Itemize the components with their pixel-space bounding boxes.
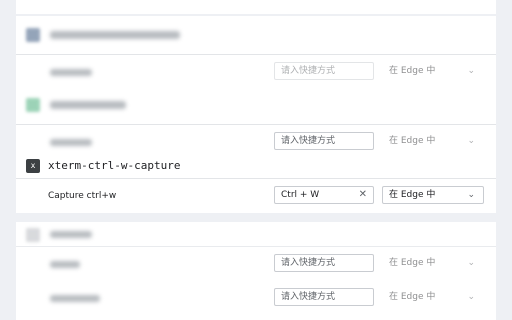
scope-select[interactable]: 在 Edge 中 ⌄ [382, 254, 484, 272]
scope-value: 在 Edge 中 [389, 258, 436, 268]
shortcut-input[interactable]: 请入快捷方式 [274, 254, 374, 272]
scope-select[interactable]: 在 Edge 中 ⌄ [382, 62, 484, 80]
shortcut-row: 请入快捷方式 在 Edge 中 ⌄ [16, 55, 496, 89]
shortcut-input[interactable]: 请入快捷方式 [274, 288, 374, 306]
command-label: Capture ctrl+w [48, 191, 117, 201]
command-label-redacted [50, 261, 80, 268]
shortcut-row: 请入快捷方式 在 Edge 中 ⌄ [16, 281, 496, 315]
scope-select[interactable]: 在 Edge 中 ⌄ [382, 288, 484, 306]
scope-select[interactable]: 在 Edge 中 ⌄ [382, 132, 484, 150]
scope-value: 在 Edge 中 [389, 66, 436, 76]
terminal-icon: x [26, 159, 40, 173]
extension-name-redacted [50, 101, 126, 109]
extension-card: 请入快捷方式 在 Edge 中 ⌄ [16, 16, 496, 89]
extension-icon [26, 98, 40, 112]
extension-name: xterm-ctrl-w-capture [48, 159, 181, 172]
command-label-redacted [50, 139, 92, 146]
shortcut-value: Ctrl + W [281, 190, 320, 200]
scope-value: 在 Edge 中 [389, 136, 436, 146]
extension-header [16, 222, 496, 246]
shortcut-input[interactable]: 请入快捷方式 [274, 62, 374, 80]
shortcut-row: 请入快捷方式 在 Edge 中 ⌄ [16, 247, 496, 281]
close-icon[interactable]: ✕ [359, 187, 367, 203]
extension-name-redacted [50, 231, 92, 238]
extension-icon [26, 228, 40, 242]
extension-card-xterm: x xterm-ctrl-w-capture Capture ctrl+w Ct… [16, 154, 496, 213]
shortcut-input[interactable]: Ctrl + W ✕ [274, 186, 374, 204]
chevron-down-icon: ⌄ [467, 292, 475, 302]
extension-header: x xterm-ctrl-w-capture [16, 154, 496, 179]
scope-value: 在 Edge 中 [389, 292, 436, 302]
chevron-down-icon: ⌄ [467, 66, 475, 76]
scope-select[interactable]: 在 Edge 中 ⌄ [382, 186, 484, 204]
command-label-redacted [50, 69, 92, 76]
extension-name-redacted [50, 31, 180, 39]
extension-header [16, 86, 496, 125]
command-label-redacted [50, 295, 100, 302]
extension-shortcuts-page: 请入快捷方式 在 Edge 中 ⌄ 请入快捷方式 在 Edge 中 ⌄ x xt… [0, 0, 512, 320]
extension-icon [26, 28, 40, 42]
shortcut-input[interactable]: 请入快捷方式 [274, 132, 374, 150]
shortcut-row: Capture ctrl+w Ctrl + W ✕ 在 Edge 中 ⌄ [16, 179, 496, 213]
extension-header [16, 16, 496, 55]
chevron-down-icon: ⌄ [467, 190, 475, 200]
chevron-down-icon: ⌄ [467, 136, 475, 146]
extension-card-partial [16, 0, 496, 14]
extension-card: 请入快捷方式 在 Edge 中 ⌄ 请入快捷方式 在 Edge 中 ⌄ [16, 222, 496, 320]
scope-value: 在 Edge 中 [389, 190, 436, 200]
extension-card: 请入快捷方式 在 Edge 中 ⌄ [16, 86, 496, 159]
chevron-down-icon: ⌄ [467, 258, 475, 268]
